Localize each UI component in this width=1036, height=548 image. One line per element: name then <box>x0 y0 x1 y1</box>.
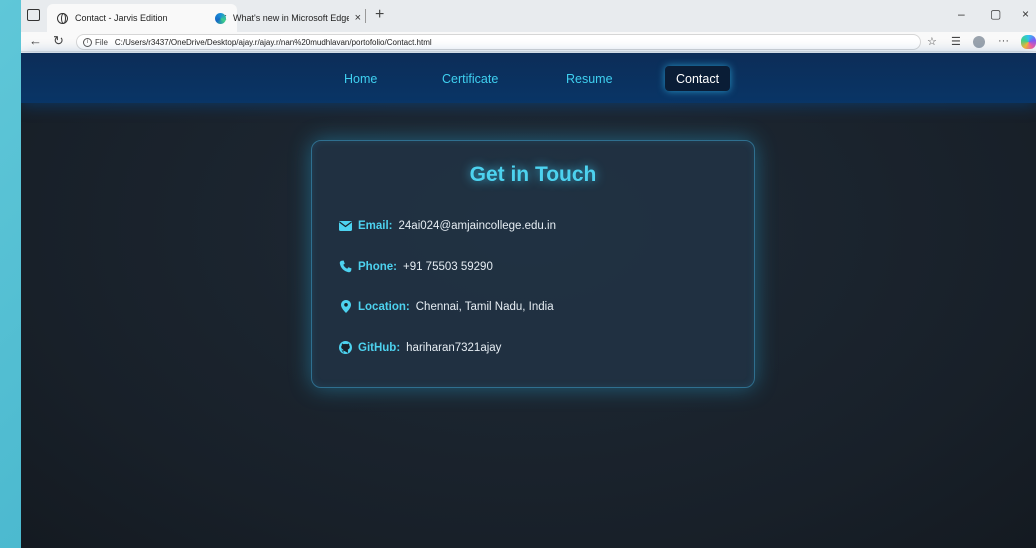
nav-home[interactable]: Home <box>333 66 388 91</box>
tab-bar: Contact - Jarvis Edition × What's new in… <box>21 0 1036 32</box>
location-label: Location: <box>358 300 410 313</box>
maximize-button[interactable]: ▢ <box>990 7 1001 21</box>
nav-contact[interactable]: Contact <box>665 66 731 91</box>
copilot-icon[interactable] <box>1021 35 1036 49</box>
new-tab-button[interactable]: + <box>375 6 384 24</box>
email-label: Email: <box>358 219 393 232</box>
profile-avatar[interactable] <box>973 36 985 48</box>
github-label: GitHub: <box>358 341 401 354</box>
globe-icon <box>57 12 68 24</box>
tab-actions-icon[interactable] <box>27 9 40 21</box>
nav-resume[interactable]: Resume <box>555 66 624 91</box>
contact-row-phone: Phone: +91 75503 59290 <box>339 260 493 273</box>
favorites-list-icon[interactable]: ☰ <box>951 35 961 48</box>
contact-card: Get in Touch Email: 24ai024@amjaincolleg… <box>311 140 755 388</box>
tab-separator <box>365 9 366 23</box>
scheme-label: File <box>95 37 108 47</box>
phone-icon <box>339 260 352 273</box>
github-value[interactable]: hariharan7321ajay <box>406 342 501 354</box>
contact-row-github: GitHub: hariharan7321ajay <box>339 341 501 354</box>
back-arrow-icon[interactable]: ← <box>29 33 42 48</box>
edge-icon <box>215 12 226 24</box>
minimize-button[interactable]: – <box>958 7 965 21</box>
location-value: Chennai, Tamil Nadu, India <box>415 300 554 313</box>
address-bar-row: ← ↻ i File C:/Users/r3437/OneDrive/Deskt… <box>21 32 1036 52</box>
tab-edge-whats-new[interactable]: What's new in Microsoft Edge × <box>205 4 371 32</box>
more-options-icon[interactable]: ··· <box>998 35 1009 47</box>
nav-certificate[interactable]: Certificate <box>431 66 509 91</box>
email-value[interactable]: 24ai024@amjaincollege.edu.in <box>399 220 556 232</box>
contact-row-location: Location: Chennai, Tamil Nadu, India <box>339 300 554 313</box>
tab-title: Contact - Jarvis Edition <box>75 13 168 23</box>
refresh-icon[interactable]: ↻ <box>53 33 64 49</box>
location-pin-icon <box>339 300 352 313</box>
contact-row-email: Email: 24ai024@amjaincollege.edu.in <box>339 219 556 232</box>
site-navbar: Home Certificate Resume Contact <box>21 53 1036 103</box>
page-content: Home Certificate Resume Contact Get in T… <box>21 53 1036 548</box>
close-tab-icon[interactable]: × <box>355 12 361 24</box>
tab-title: What's new in Microsoft Edge <box>233 13 349 23</box>
phone-label: Phone: <box>358 260 397 273</box>
github-icon <box>339 341 352 354</box>
favorite-star-icon[interactable]: ☆ <box>927 35 937 48</box>
phone-value[interactable]: +91 75503 59290 <box>403 261 493 273</box>
address-bar[interactable]: i File C:/Users/r3437/OneDrive/Desktop/a… <box>76 34 921 50</box>
url-text[interactable]: C:/Users/r3437/OneDrive/Desktop/ajay.r/a… <box>115 38 432 47</box>
card-title: Get in Touch <box>469 163 597 186</box>
envelope-icon <box>339 219 352 232</box>
close-window-button[interactable]: × <box>1022 7 1029 21</box>
info-icon[interactable]: i <box>83 37 92 47</box>
browser-window: Contact - Jarvis Edition × What's new in… <box>21 0 1036 548</box>
